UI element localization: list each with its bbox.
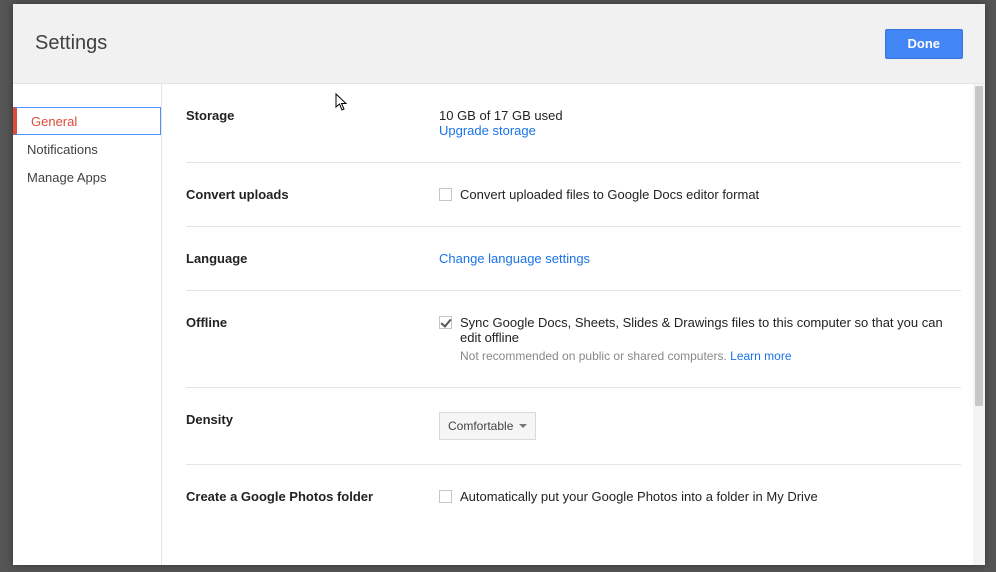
storage-usage-text: 10 GB of 17 GB used (439, 108, 961, 123)
section-google-photos-folder: Create a Google Photos folder Automatica… (186, 465, 961, 528)
sidebar-item-general[interactable]: General (13, 107, 161, 135)
caret-down-icon (519, 424, 527, 428)
sidebar-item-label: General (31, 114, 77, 129)
checkbox-label: Automatically put your Google Photos int… (460, 489, 818, 504)
scrollbar-thumb[interactable] (975, 86, 983, 406)
learn-more-link[interactable]: Learn more (730, 349, 791, 363)
scrollbar-track[interactable] (973, 84, 985, 565)
sidebar-item-label: Manage Apps (27, 170, 107, 185)
section-storage: Storage 10 GB of 17 GB used Upgrade stor… (186, 84, 961, 163)
section-content: Automatically put your Google Photos int… (439, 489, 961, 504)
note-text: Not recommended on public or shared comp… (460, 349, 727, 363)
settings-content[interactable]: Storage 10 GB of 17 GB used Upgrade stor… (162, 84, 985, 565)
modal-body: General Notifications Manage Apps Storag… (13, 84, 985, 565)
section-label: Offline (186, 315, 439, 363)
section-content: Change language settings (439, 251, 961, 266)
section-content: Convert uploaded files to Google Docs ed… (439, 187, 961, 202)
checkbox-label: Sync Google Docs, Sheets, Slides & Drawi… (460, 315, 943, 345)
change-language-link[interactable]: Change language settings (439, 251, 590, 266)
settings-modal: Settings Done General Notifications Mana… (13, 4, 985, 565)
section-convert-uploads: Convert uploads Convert uploaded files t… (186, 163, 961, 227)
done-button[interactable]: Done (885, 29, 964, 59)
section-content: Comfortable (439, 412, 961, 440)
section-label: Language (186, 251, 439, 266)
sidebar-item-label: Notifications (27, 142, 98, 157)
sidebar-item-manage-apps[interactable]: Manage Apps (13, 163, 161, 191)
section-label: Convert uploads (186, 187, 439, 202)
section-label: Density (186, 412, 439, 440)
sidebar-item-notifications[interactable]: Notifications (13, 135, 161, 163)
section-content: 10 GB of 17 GB used Upgrade storage (439, 108, 961, 138)
modal-header: Settings Done (13, 4, 985, 84)
section-label: Storage (186, 108, 439, 138)
section-language: Language Change language settings (186, 227, 961, 291)
checkbox-label: Convert uploaded files to Google Docs ed… (460, 187, 759, 202)
density-dropdown[interactable]: Comfortable (439, 412, 536, 440)
dropdown-value: Comfortable (448, 419, 513, 433)
section-content: Sync Google Docs, Sheets, Slides & Drawi… (439, 315, 961, 363)
section-offline: Offline Sync Google Docs, Sheets, Slides… (186, 291, 961, 388)
offline-sync-checkbox[interactable] (439, 316, 452, 329)
offline-note: Not recommended on public or shared comp… (460, 349, 961, 363)
section-label: Create a Google Photos folder (186, 489, 439, 504)
photos-folder-checkbox[interactable] (439, 490, 452, 503)
convert-uploads-checkbox[interactable] (439, 188, 452, 201)
modal-title: Settings (35, 32, 107, 55)
upgrade-storage-link[interactable]: Upgrade storage (439, 123, 961, 138)
settings-sidebar: General Notifications Manage Apps (13, 84, 162, 565)
section-density: Density Comfortable (186, 388, 961, 465)
